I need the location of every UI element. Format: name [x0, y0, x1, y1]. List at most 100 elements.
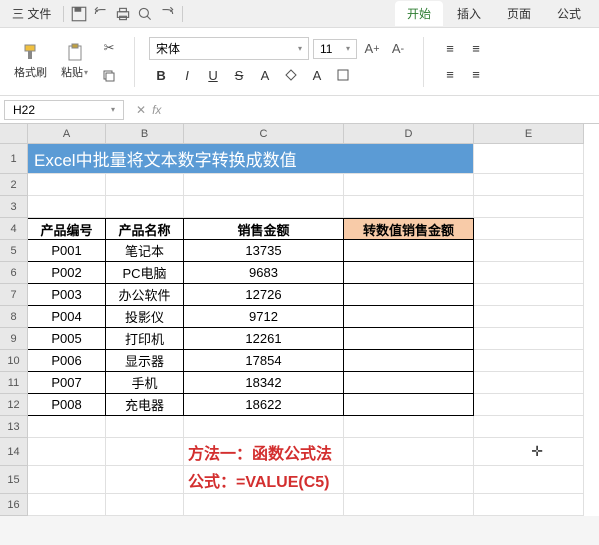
cell-id[interactable]: P005	[28, 328, 106, 350]
cell[interactable]	[474, 144, 584, 174]
cell-id[interactable]: P003	[28, 284, 106, 306]
cell-id[interactable]: P002	[28, 262, 106, 284]
row-header[interactable]: 14	[0, 438, 28, 466]
row-header[interactable]: 7	[0, 284, 28, 306]
fill-color-button[interactable]	[279, 64, 303, 86]
align-left-icon[interactable]: ≡	[438, 64, 462, 86]
highlight-button[interactable]: A	[305, 64, 329, 86]
header-converted[interactable]: 转数值销售金额	[344, 218, 474, 240]
cell-name[interactable]: 投影仪	[106, 306, 184, 328]
cell-id[interactable]: P006	[28, 350, 106, 372]
row-header[interactable]: 1	[0, 144, 28, 174]
row-header[interactable]: 13	[0, 416, 28, 438]
row-header[interactable]: 12	[0, 394, 28, 416]
cell[interactable]	[184, 416, 344, 438]
font-color-button[interactable]: A	[253, 64, 277, 86]
cell-amount[interactable]: 12726	[184, 284, 344, 306]
cut-icon[interactable]: ✂	[98, 37, 120, 59]
increase-font-icon[interactable]: A+	[361, 38, 383, 60]
cell[interactable]	[474, 494, 584, 516]
formula-input[interactable]	[169, 100, 599, 119]
cell-converted[interactable]	[344, 372, 474, 394]
align-center-icon[interactable]: ≡	[464, 64, 488, 86]
col-header-B[interactable]: B	[106, 124, 184, 144]
col-header-C[interactable]: C	[184, 124, 344, 144]
header-amount[interactable]: 销售金额	[184, 218, 344, 240]
fx-icon[interactable]: fx	[152, 103, 161, 117]
cell[interactable]	[474, 174, 584, 196]
method-line1[interactable]: 方法一：函数公式法	[184, 438, 344, 466]
font-name-select[interactable]: 宋体▾	[149, 37, 309, 60]
name-box[interactable]: H22▾	[4, 100, 124, 120]
strike-button[interactable]: S	[227, 64, 251, 86]
header-name[interactable]: 产品名称	[106, 218, 184, 240]
cell-id[interactable]: P004	[28, 306, 106, 328]
cell[interactable]	[28, 466, 106, 494]
save-icon[interactable]	[70, 5, 88, 23]
cell[interactable]	[106, 494, 184, 516]
align-mid-icon[interactable]: ≡	[464, 38, 488, 60]
tab-insert[interactable]: 插入	[445, 1, 493, 26]
cell[interactable]	[474, 372, 584, 394]
cell[interactable]	[344, 494, 474, 516]
underline-button[interactable]: U	[201, 64, 225, 86]
row-header[interactable]: 5	[0, 240, 28, 262]
copy-icon[interactable]	[98, 65, 120, 87]
cell[interactable]	[184, 494, 344, 516]
row-header[interactable]: 3	[0, 196, 28, 218]
format-painter-button[interactable]: 格式刷	[10, 41, 51, 82]
cell-amount[interactable]: 17854	[184, 350, 344, 372]
cell-amount[interactable]: 13735	[184, 240, 344, 262]
cell[interactable]	[28, 438, 106, 466]
align-top-icon[interactable]: ≡	[438, 38, 462, 60]
row-header[interactable]: 6	[0, 262, 28, 284]
decrease-font-icon[interactable]: A-	[387, 38, 409, 60]
cell-name[interactable]: 显示器	[106, 350, 184, 372]
cell[interactable]	[474, 306, 584, 328]
font-size-select[interactable]: 11▾	[313, 39, 357, 59]
cell-name[interactable]: 办公软件	[106, 284, 184, 306]
undo-icon[interactable]	[92, 5, 110, 23]
cell-name[interactable]: 打印机	[106, 328, 184, 350]
cell-converted[interactable]	[344, 350, 474, 372]
row-header[interactable]: 4	[0, 218, 28, 240]
cell-converted[interactable]	[344, 284, 474, 306]
cell[interactable]	[106, 196, 184, 218]
cell[interactable]	[474, 196, 584, 218]
border-button[interactable]	[331, 64, 355, 86]
italic-button[interactable]: I	[175, 64, 199, 86]
print-icon[interactable]	[114, 5, 132, 23]
cell[interactable]	[474, 284, 584, 306]
cell-name[interactable]: 手机	[106, 372, 184, 394]
cell[interactable]	[344, 438, 474, 466]
cell-id[interactable]: P008	[28, 394, 106, 416]
select-all-corner[interactable]	[0, 124, 28, 144]
cell[interactable]	[106, 466, 184, 494]
method-line2[interactable]: 公式：=VALUE(C5)	[184, 466, 344, 494]
cell[interactable]	[344, 174, 474, 196]
cell-name[interactable]: 充电器	[106, 394, 184, 416]
cell[interactable]	[28, 416, 106, 438]
cell-converted[interactable]	[344, 306, 474, 328]
cell[interactable]	[28, 196, 106, 218]
cell-converted[interactable]	[344, 262, 474, 284]
cell[interactable]	[344, 196, 474, 218]
row-header[interactable]: 10	[0, 350, 28, 372]
cell[interactable]	[474, 350, 584, 372]
tab-home[interactable]: 开始	[395, 1, 443, 26]
cell[interactable]	[28, 174, 106, 196]
cell[interactable]	[106, 416, 184, 438]
row-header[interactable]: 2	[0, 174, 28, 196]
bold-button[interactable]: B	[149, 64, 173, 86]
cell[interactable]	[344, 466, 474, 494]
cell[interactable]	[474, 416, 584, 438]
tab-formula[interactable]: 公式	[545, 1, 593, 26]
cell-amount[interactable]: 18342	[184, 372, 344, 394]
row-header[interactable]: 9	[0, 328, 28, 350]
cell[interactable]	[344, 416, 474, 438]
cell[interactable]	[106, 174, 184, 196]
cell-amount[interactable]: 18622	[184, 394, 344, 416]
cell-name[interactable]: 笔记本	[106, 240, 184, 262]
cell[interactable]	[184, 196, 344, 218]
cell[interactable]	[474, 466, 584, 494]
